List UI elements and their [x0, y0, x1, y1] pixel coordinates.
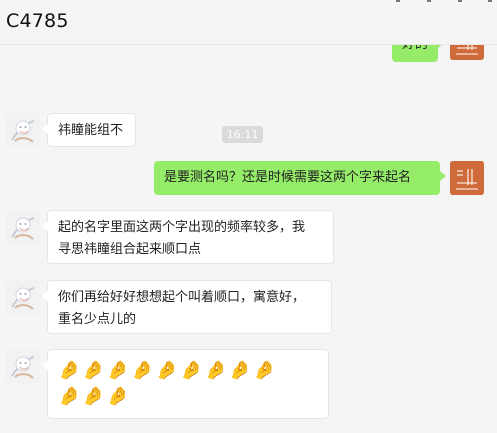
user-avatar-image [6, 280, 40, 314]
user-avatar[interactable] [6, 280, 40, 314]
message-bubble: 起的名字里面这两个字出现的频率较多，我 寻思祎瞳组合起来顺口点 [42, 210, 334, 264]
self-avatar-logo [450, 44, 484, 60]
self-avatar[interactable] [450, 161, 484, 195]
message-bubble: 祎瞳能组不 [42, 113, 136, 147]
self-avatar-logo [450, 161, 484, 195]
toolbar-icon[interactable] [488, 0, 492, 2]
toolbar-icon[interactable] [396, 0, 400, 2]
chat-header: C4785 [0, 0, 497, 45]
user-avatar[interactable] [6, 349, 40, 383]
message-bubble: 你们再给好好想想起个叫着顺口，寓意好， 重名少点儿的 [42, 280, 332, 334]
user-avatar[interactable] [6, 113, 40, 147]
message-bubble-partial: 好的 [392, 44, 444, 62]
message-bubble-emoji: 🤌🤌🤌🤌🤌🤌🤌🤌🤌 🤌🤌🤌 [42, 349, 329, 419]
user-avatar-image [6, 349, 40, 383]
toolbar-icon[interactable] [458, 0, 462, 2]
chat-title: C4785 [6, 10, 69, 32]
self-avatar[interactable] [450, 44, 484, 60]
user-avatar-image [6, 113, 40, 147]
chat-area[interactable]: 好的 16:11 祎瞳能组不 是要测名吗？还是时候需要这两个字来起名 起的名字里… [0, 44, 497, 433]
toolbar-icon[interactable] [427, 0, 431, 2]
message-bubble: 是要测名吗？还是时候需要这两个字来起名 [154, 161, 446, 195]
user-avatar-image [6, 210, 40, 244]
timestamp: 16:11 [222, 126, 263, 143]
user-avatar[interactable] [6, 210, 40, 244]
